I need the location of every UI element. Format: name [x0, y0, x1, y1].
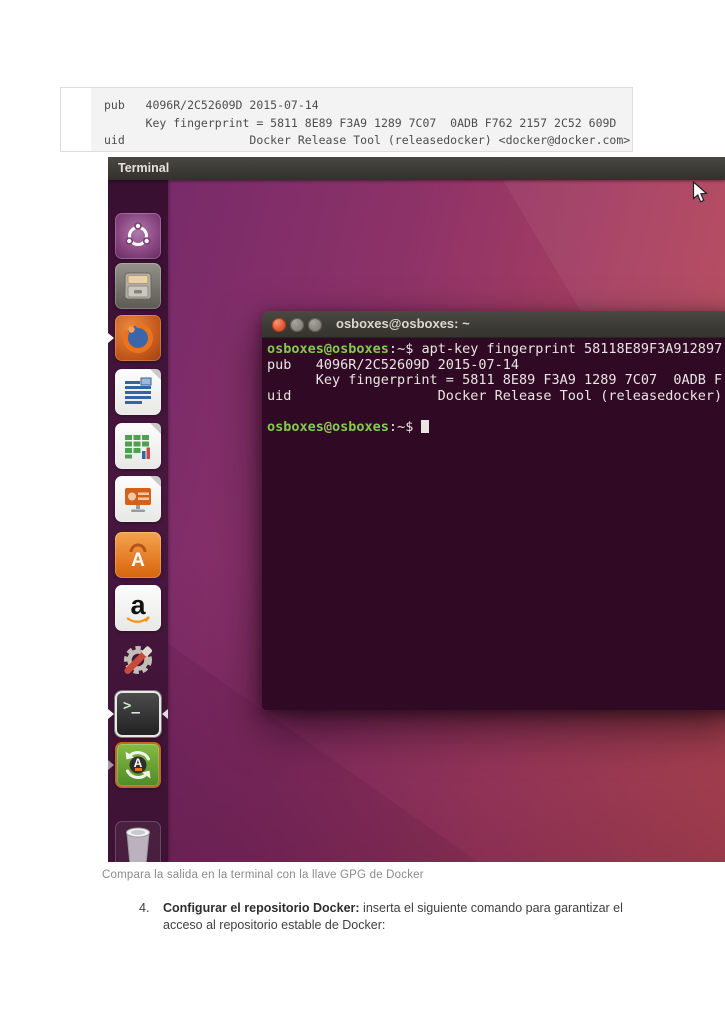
terminal-output-line: pub 4096R/2C52609D 2015-07-14 [267, 358, 725, 374]
prompt-dollar: $ [405, 419, 421, 435]
launcher-item-files[interactable] [115, 263, 161, 309]
terminal-body[interactable]: osboxes@osboxes:~$ apt-key fingerprint 5… [262, 338, 725, 710]
figure-caption: Compara la salida en la terminal con la … [102, 869, 424, 881]
launcher-item-ubuntu-software-center[interactable]: A [115, 532, 161, 578]
firefox-icon [121, 321, 155, 355]
running-indicator-terminal [108, 709, 114, 719]
launcher-item-terminal[interactable]: >_ [115, 691, 161, 737]
libreoffice-calc-icon [123, 431, 153, 461]
typed-command: apt-key fingerprint 58118E89F3A912897 [421, 341, 722, 357]
launcher-item-software-updater[interactable]: A [115, 742, 161, 788]
prompt-user-host: osboxes@osboxes [267, 419, 389, 435]
trash-can-icon [120, 823, 156, 862]
terminal-window-title: osboxes@osboxes: ~ [336, 311, 470, 337]
running-indicator-firefox [108, 333, 114, 343]
window-close-button[interactable] [272, 318, 286, 332]
menubar-app-title: Terminal [118, 161, 169, 175]
gear-wrench-icon [119, 641, 157, 679]
updater-dash [135, 768, 142, 771]
ubuntu-logo-icon [124, 222, 152, 250]
prompt-separator: : [389, 341, 397, 357]
file-cabinet-icon [122, 270, 154, 302]
global-menubar: Terminal [108, 157, 725, 180]
launcher-item-libreoffice-impress[interactable] [115, 476, 161, 522]
prompt-user-host: osboxes@osboxes [267, 341, 389, 357]
terminal-icon: >_ [123, 698, 140, 714]
mouse-cursor [692, 181, 709, 209]
libreoffice-impress-icon [123, 484, 153, 514]
code-line: pub 4096R/2C52609D 2015-07-14 [104, 97, 632, 115]
launcher-item-libreoffice-writer[interactable] [115, 369, 161, 415]
prompt-path: ~ [397, 341, 405, 357]
launcher-item-amazon[interactable]: a [115, 585, 161, 631]
step-title: Configurar el repositorio Docker: [163, 901, 360, 915]
folded-corner [150, 476, 161, 487]
window-maximize-button[interactable] [308, 318, 322, 332]
list-item-number: 4. [139, 900, 149, 917]
terminal-line: osboxes@osboxes:~$ apt-key fingerprint 5… [267, 342, 725, 358]
libreoffice-writer-icon [123, 376, 153, 408]
codeblock-content: pub 4096R/2C52609D 2015-07-14 Key finger… [91, 88, 632, 151]
software-center-letter: A [131, 552, 145, 570]
terminal-output-line: uid Docker Release Tool (releasedocker) [267, 389, 725, 405]
prompt-separator: : [389, 419, 397, 435]
amazon-smile-icon [125, 616, 151, 626]
terminal-window: osboxes@osboxes: ~ osboxes@osboxes:~$ ap… [262, 311, 725, 710]
gpg-output-codeblock: pub 4096R/2C52609D 2015-07-14 Key finger… [60, 87, 633, 152]
terminal-underscore-glyph: _ [131, 698, 139, 714]
window-minimize-button[interactable] [290, 318, 304, 332]
prompt-dollar: $ [405, 341, 421, 357]
list-item-4: 4. Configurar el repositorio Docker: ins… [139, 900, 621, 933]
launcher-item-firefox[interactable] [115, 315, 161, 361]
folded-corner [150, 423, 161, 434]
folded-corner [150, 369, 161, 380]
list-item-text: Configurar el repositorio Docker: insert… [163, 900, 633, 933]
code-line: uid Docker Release Tool (releasedocker) … [104, 132, 632, 150]
ubuntu-desktop-screenshot: Terminal [108, 157, 725, 862]
focused-indicator-terminal [162, 709, 168, 719]
prompt-path: ~ [397, 419, 405, 435]
terminal-line: osboxes@osboxes:~$ [267, 420, 725, 436]
launcher-item-trash[interactable] [115, 821, 161, 862]
terminal-blank-line [267, 404, 725, 420]
software-updater-icon: A [121, 748, 155, 782]
launcher-item-libreoffice-calc[interactable] [115, 423, 161, 469]
terminal-text-cursor [421, 420, 429, 433]
indicator-software-updater [108, 760, 114, 770]
unity-launcher: A a >_ [108, 180, 168, 862]
launcher-item-dash-home[interactable] [115, 213, 161, 259]
terminal-titlebar[interactable]: osboxes@osboxes: ~ [262, 311, 725, 338]
launcher-item-system-settings[interactable] [115, 637, 161, 683]
codeblock-gutter [61, 88, 91, 151]
amazon-letter: a [130, 594, 145, 616]
code-line: Key fingerprint = 5811 8E89 F3A9 1289 7C… [104, 115, 632, 133]
terminal-output-line: Key fingerprint = 5811 8E89 F3A9 1289 7C… [267, 373, 725, 389]
